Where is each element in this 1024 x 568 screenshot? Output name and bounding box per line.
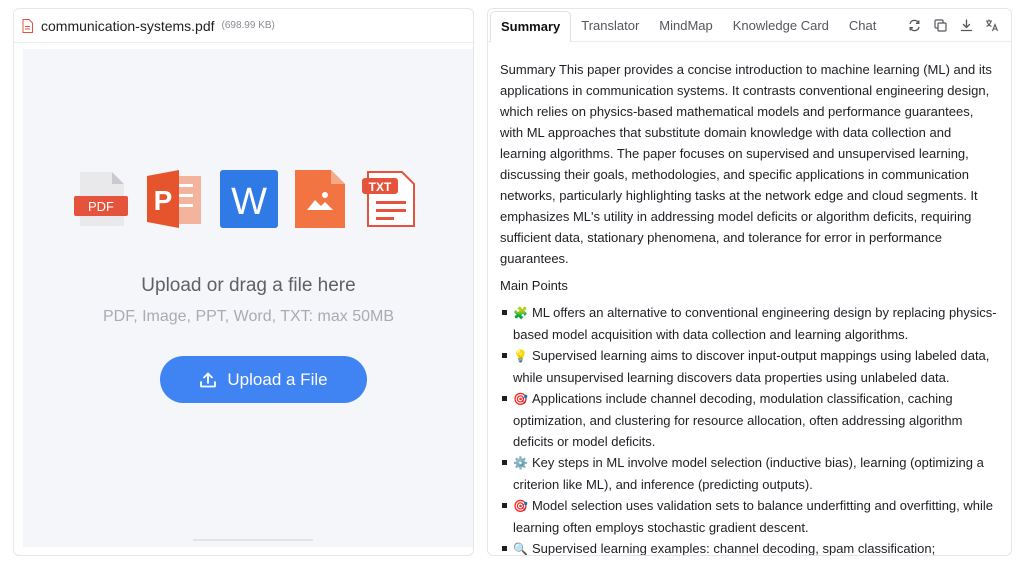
upload-icon (200, 372, 217, 387)
upload-button-label: Upload a File (227, 369, 328, 389)
tab-summary[interactable]: Summary (490, 10, 572, 42)
word-file-icon: W (219, 170, 278, 228)
pdf-file-icon (22, 18, 33, 33)
refresh-icon[interactable] (907, 18, 921, 32)
puzzle-icon: 🧩 (513, 306, 528, 320)
txt-file-icon: TXT (361, 171, 415, 227)
svg-text:P: P (153, 185, 172, 216)
upload-drop-zone[interactable]: PDF P W TXT Upload or drag a file here P… (23, 49, 473, 547)
summary-paragraph: Summary This paper provides a concise in… (500, 62, 992, 266)
file-name: communication-systems.pdf (41, 17, 215, 34)
summary-content: Summary This paper provides a concise in… (488, 42, 1011, 556)
svg-text:W: W (231, 181, 267, 223)
copy-icon[interactable] (933, 18, 947, 32)
tab-chat[interactable]: Chat (839, 11, 886, 39)
pdf-file-icon: PDF (73, 172, 128, 226)
upload-file-button[interactable]: Upload a File (160, 356, 367, 403)
svg-text:PDF: PDF (88, 199, 114, 214)
toolbar (907, 18, 1011, 32)
list-item: 🎯 Model selection uses validation sets to… (500, 495, 999, 538)
magnifier-icon: 🔍 (513, 542, 528, 556)
main-points-heading: Main Points (500, 278, 568, 293)
main-points-list: 🧩 ML offers an alternative to conventiona… (500, 302, 999, 556)
tab-mindmap[interactable]: MindMap (649, 11, 722, 39)
ppt-file-icon: P (146, 170, 201, 228)
gear-icon: ⚙️ (513, 456, 528, 470)
list-item: 🔍 Supervised learning examples: channel d… (500, 538, 999, 556)
upload-file-types-hint: PDF, Image, PPT, Word, TXT: max 50MB (102, 308, 395, 325)
supported-file-types: PDF P W TXT (23, 170, 473, 228)
upload-title: Upload or drag a file here (141, 275, 356, 296)
analysis-panel: Summary Translator MindMap Knowledge Car… (487, 8, 1012, 556)
tab-knowledge-card[interactable]: Knowledge Card (723, 11, 839, 39)
target-icon: 🎯 (513, 499, 528, 513)
translate-icon[interactable] (985, 18, 999, 32)
lightbulb-icon: 💡 (513, 349, 528, 363)
horizontal-scrollbar[interactable] (193, 539, 313, 541)
tab-translator[interactable]: Translator (571, 11, 649, 39)
target-icon: 🎯 (513, 392, 528, 406)
document-viewer-panel: communication-systems.pdf (698.99 KB) PD… (13, 8, 474, 556)
file-size: (698.99 KB) (221, 20, 275, 31)
list-item: ⚙️ Key steps in ML involve model selectio… (500, 452, 999, 495)
svg-text:TXT: TXT (368, 180, 391, 194)
image-file-icon (294, 170, 345, 228)
list-item: 🎯 Applications include channel decoding, … (500, 388, 999, 452)
tab-bar: Summary Translator MindMap Knowledge Car… (488, 9, 1011, 42)
file-header: communication-systems.pdf (698.99 KB) (14, 9, 473, 43)
download-icon[interactable] (959, 18, 973, 32)
list-item: 💡 Supervised learning aims to discover in… (500, 345, 999, 388)
list-item: 🧩 ML offers an alternative to conventiona… (500, 302, 999, 345)
